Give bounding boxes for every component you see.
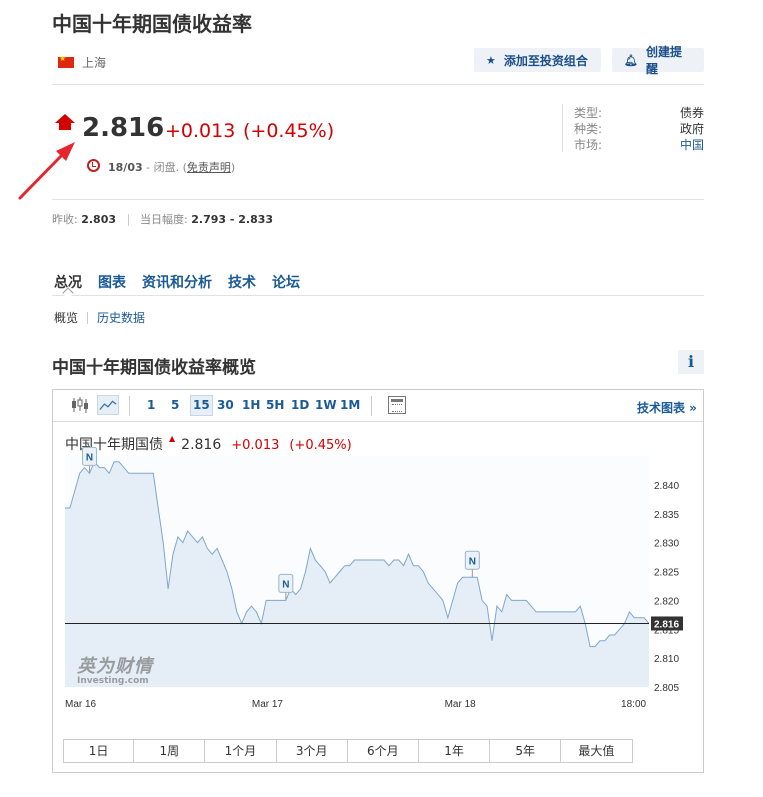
range-5y[interactable]: 5年 (490, 739, 562, 763)
range-1w[interactable]: 1周 (134, 739, 206, 763)
investing-logo: 英为财情 Investing.com (77, 652, 153, 686)
day-stats: 昨收: 2.803 当日幅度: 2.793 - 2.833 (52, 211, 273, 227)
star-icon: ★ (486, 53, 496, 67)
location-label: 上海 (82, 56, 107, 70)
logo-en: Investing.com (77, 676, 149, 686)
x-tick-label: 18:00 (621, 699, 646, 710)
current-value-label: 2.816 (654, 619, 679, 630)
y-tick-label: 2.835 (654, 510, 679, 521)
market-label: 市场: (574, 138, 603, 152)
range-max[interactable]: 最大值 (561, 739, 633, 763)
disclaimer-link[interactable]: 免责声明 (187, 161, 231, 174)
info-icon[interactable]: i (678, 350, 704, 374)
quote-date: 18/03 (108, 161, 143, 174)
news-marker-label: N (469, 556, 476, 567)
tab-technical[interactable]: 技术 (228, 272, 256, 292)
category-value: 政府 (679, 122, 704, 136)
y-tick-label: 2.830 (654, 539, 679, 550)
news-marker-label: N (282, 579, 289, 590)
y-tick-label: 2.810 (654, 654, 679, 665)
range-1m[interactable]: 1个月 (205, 739, 277, 763)
bell-icon: 🔔︎ (624, 53, 638, 67)
subtab-overview[interactable]: 概览 (54, 309, 78, 326)
category-label: 种类: (574, 122, 603, 136)
price-change: +0.013 (165, 120, 236, 142)
instrument-info-values: 债券 政府 中国 (680, 105, 704, 153)
arrow-up-icon-stem (59, 122, 71, 130)
range-3m[interactable]: 3个月 (276, 739, 348, 763)
divider (52, 84, 704, 85)
range-buttons: 1日 1周 1个月 3个月 6个月 1年 5年 最大值 (63, 739, 633, 763)
tab-forum[interactable]: 论坛 (272, 272, 300, 292)
y-tick-label: 2.825 (654, 568, 679, 579)
clock-icon (87, 159, 100, 172)
page-title: 中国十年期国债收益率 (52, 12, 252, 36)
logo-cn: 英为财情 (77, 656, 153, 677)
range-1d[interactable]: 1日 (63, 739, 135, 763)
day-range-value: 2.793 - 2.833 (191, 213, 274, 226)
prev-close-label: 昨收: (52, 213, 78, 226)
range-1y[interactable]: 1年 (418, 739, 491, 763)
y-tick-label: 2.820 (654, 596, 679, 607)
type-label: 类型: (574, 106, 603, 120)
day-range-label: 当日幅度: (140, 213, 188, 226)
create-alert-label: 创建提醒 (645, 45, 682, 76)
price-change-percent: (+0.45%) (243, 120, 335, 142)
main-tabs: 总况 图表 资讯和分析 技术 论坛 (54, 272, 316, 292)
last-price: 2.816 (82, 113, 165, 143)
y-tick-label: 2.840 (654, 481, 679, 492)
info-divider (562, 104, 563, 152)
range-6m[interactable]: 6个月 (347, 739, 419, 763)
type-value: 债券 (679, 106, 704, 120)
section-title: 中国十年期国债收益率概览 (52, 358, 256, 378)
add-to-portfolio-label: 添加至投资组合 (503, 53, 588, 68)
chart-panel: 1 5 15 30 1H 5H 1D 1W 1M 技术图表 » 中国十年期国债 … (52, 389, 704, 773)
news-marker-label: N (86, 452, 93, 463)
create-alert-button[interactable]: 🔔︎ 创建提醒 (612, 45, 704, 76)
prev-close-value: 2.803 (81, 213, 117, 226)
x-tick-label: Mar 18 (445, 699, 477, 710)
location: 上海 (58, 54, 106, 71)
divider (52, 199, 704, 200)
x-tick-label: Mar 17 (252, 699, 284, 710)
quote-time: 18/03 - 闭盘. (免责声明) (108, 159, 235, 175)
y-tick-label: 2.805 (654, 683, 679, 694)
instrument-info-labels: 类型: 种类: 市场: (574, 105, 602, 153)
sub-tabs: 概览 历史数据 (54, 309, 145, 326)
close-paren: ) (230, 161, 236, 174)
tab-chart[interactable]: 图表 (98, 272, 126, 292)
china-flag-icon (58, 54, 74, 68)
add-to-portfolio-button[interactable]: ★ 添加至投资组合 (474, 48, 601, 72)
tabs-divider (52, 295, 704, 296)
market-value-link[interactable]: 中国 (680, 137, 704, 153)
subtab-historical-data[interactable]: 历史数据 (97, 309, 145, 326)
x-tick-label: Mar 16 (65, 699, 97, 710)
tab-news-analysis[interactable]: 资讯和分析 (142, 272, 212, 292)
market-status: - 闭盘. ( (142, 161, 187, 174)
